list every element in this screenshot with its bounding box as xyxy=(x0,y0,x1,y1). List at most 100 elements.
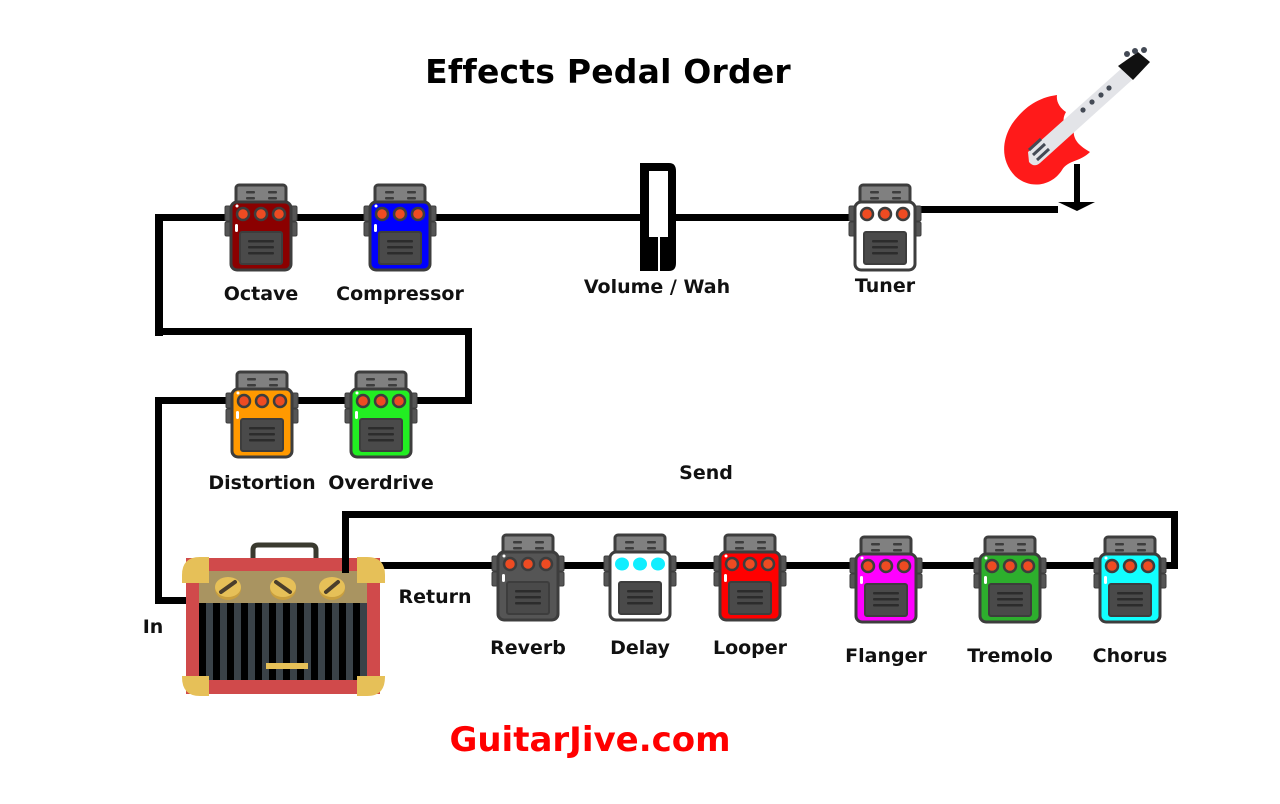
footswitch-line xyxy=(873,598,899,601)
footswitch-line xyxy=(387,252,413,255)
footswitch-line xyxy=(997,592,1023,595)
pedal-highlight xyxy=(984,576,987,584)
amp-grille-bar xyxy=(346,603,353,680)
cap-vent xyxy=(535,547,544,550)
return-label: Return xyxy=(398,586,472,608)
footswitch-line xyxy=(872,240,898,243)
pedal-knob xyxy=(878,558,894,574)
amp-grille-bar xyxy=(332,603,339,680)
amp-grille-bar xyxy=(248,603,255,680)
pedal-highlight xyxy=(235,224,238,232)
cable-right-vertical xyxy=(465,328,472,404)
cap-vent xyxy=(757,547,766,550)
cable-turn-right xyxy=(155,328,472,335)
pedal-reverb xyxy=(491,533,565,622)
cap-vent xyxy=(871,543,880,546)
diagram-title: Effects Pedal Order xyxy=(425,52,791,91)
cap-vent xyxy=(388,378,397,381)
cap-vent xyxy=(247,384,256,387)
pedal-knob xyxy=(651,557,665,571)
cap-vent xyxy=(1017,549,1026,552)
send-cable-plug xyxy=(342,557,349,573)
pedal-knob xyxy=(373,393,389,409)
pedal-volume-wah xyxy=(640,163,676,271)
footswitch-line xyxy=(1117,604,1143,607)
pedal-octave xyxy=(224,183,298,272)
footswitch-line xyxy=(997,598,1023,601)
pedal-led xyxy=(984,556,988,560)
footswitch-line xyxy=(515,596,541,599)
cap-vent xyxy=(1017,543,1026,546)
brand-watermark: GuitarJive.com xyxy=(449,720,731,760)
cap-vent xyxy=(407,191,416,194)
cable-row2 xyxy=(155,397,472,404)
pedal-knob xyxy=(895,206,911,222)
cap-vent xyxy=(246,197,255,200)
footswitch-line xyxy=(248,240,274,243)
pedal-knob xyxy=(520,556,536,572)
amp-corner xyxy=(357,676,385,696)
cap-vent xyxy=(870,197,879,200)
pedal-knob xyxy=(860,558,876,574)
signal-arrow-head xyxy=(1058,202,1095,211)
amp-grille-bar xyxy=(206,603,213,680)
pedal-highlight xyxy=(502,574,505,582)
cap-vent xyxy=(513,541,522,544)
cap-vent xyxy=(871,549,880,552)
pedal-highlight xyxy=(859,224,862,232)
pedal-knob xyxy=(235,206,251,222)
pedal-overdrive xyxy=(344,370,418,459)
pedal-label-flanger: Flanger xyxy=(845,645,927,667)
pedal-label-tremolo: Tremolo xyxy=(967,645,1053,667)
pedal-knob xyxy=(1002,558,1018,574)
guitar-fret-dot xyxy=(1098,92,1104,98)
cap-vent xyxy=(1115,543,1124,546)
pedal-distortion xyxy=(225,370,299,459)
pedal-tuner xyxy=(848,183,922,272)
pedal-label-looper: Looper xyxy=(712,637,788,659)
pedal-led xyxy=(859,204,863,208)
cap-vent xyxy=(269,378,278,381)
send-label: Send xyxy=(679,462,733,484)
pedal-flanger xyxy=(849,535,923,624)
pedals xyxy=(182,47,1167,696)
cap-vent xyxy=(385,191,394,194)
pedal-knob xyxy=(502,556,518,572)
pedal-knob xyxy=(374,206,390,222)
cap-vent xyxy=(268,197,277,200)
footswitch-line xyxy=(627,596,653,599)
pedal-knob xyxy=(271,206,287,222)
pedal-chorus xyxy=(1093,535,1167,624)
pedal-knob xyxy=(253,206,269,222)
pedal-led xyxy=(1104,556,1108,560)
pedal-highlight xyxy=(860,576,863,584)
pedal-knob xyxy=(984,558,1000,574)
cap-vent xyxy=(647,541,656,544)
cap-vent xyxy=(513,547,522,550)
cap-vent xyxy=(735,547,744,550)
footswitch-line xyxy=(627,602,653,605)
guitar-fret-dot xyxy=(1089,99,1095,105)
pedal-knob xyxy=(1140,558,1156,574)
cable-left-vertical-2 xyxy=(155,397,162,604)
pedal-knob xyxy=(742,556,758,572)
amp-grille-bar xyxy=(220,603,227,680)
cable-octave-left xyxy=(155,214,233,221)
pedal-led xyxy=(374,204,378,208)
pedal-knob xyxy=(391,393,407,409)
cap-vent xyxy=(625,541,634,544)
pedal-led xyxy=(355,391,359,395)
footswitch-line xyxy=(737,596,763,599)
cap-vent xyxy=(385,197,394,200)
footswitch-line xyxy=(249,433,275,436)
pedal-highlight xyxy=(355,411,358,419)
pedal-label-distortion: Distortion xyxy=(208,472,316,494)
amp-input-label: In xyxy=(142,616,164,638)
pedal-knob xyxy=(538,556,554,572)
amp-corner xyxy=(357,557,385,583)
footswitch-line xyxy=(737,590,763,593)
guitar-fret-dot xyxy=(1080,107,1086,113)
pedal-looper xyxy=(713,533,787,622)
cable-send-down xyxy=(1171,511,1178,569)
signal-arrow-shaft xyxy=(1074,164,1080,202)
